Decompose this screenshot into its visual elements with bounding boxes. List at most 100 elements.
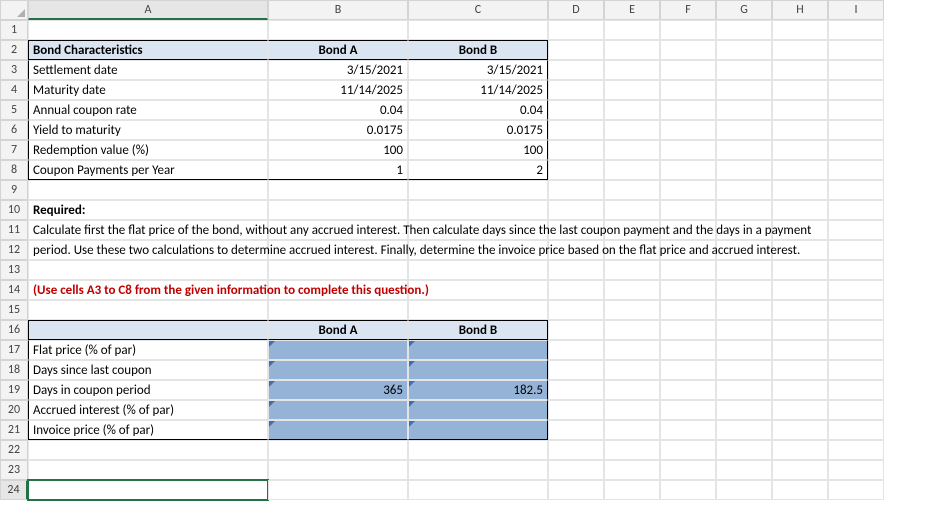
cell-G20[interactable] <box>716 400 772 420</box>
cell-B10[interactable] <box>268 200 408 220</box>
cell-H5[interactable] <box>772 100 828 120</box>
cell-I2[interactable] <box>828 40 884 60</box>
cell-D21[interactable] <box>548 420 604 440</box>
cell-E16[interactable] <box>604 320 660 340</box>
cell-D23[interactable] <box>548 460 604 480</box>
cell-E21[interactable] <box>604 420 660 440</box>
cell-E10[interactable] <box>604 200 660 220</box>
cell-H15[interactable] <box>772 300 828 320</box>
cell-H7[interactable] <box>772 140 828 160</box>
cell-F22[interactable] <box>660 440 716 460</box>
cell-I15[interactable] <box>828 300 884 320</box>
cell-H17[interactable] <box>772 340 828 360</box>
cell-E17[interactable] <box>604 340 660 360</box>
row-header-13[interactable]: 13 <box>0 260 28 280</box>
cell-I23[interactable] <box>828 460 884 480</box>
cell-D19[interactable] <box>548 380 604 400</box>
cell-I7[interactable] <box>828 140 884 160</box>
cell-I14[interactable] <box>828 280 884 300</box>
cell-D22[interactable] <box>548 440 604 460</box>
cell-B5[interactable]: 0.04 <box>268 100 408 120</box>
col-header-H[interactable]: H <box>772 0 828 20</box>
cell-B1[interactable] <box>268 20 408 40</box>
cell-G24[interactable] <box>716 480 772 500</box>
cell-G5[interactable] <box>716 100 772 120</box>
cell-A23[interactable] <box>28 460 268 480</box>
cell-F13[interactable] <box>660 260 716 280</box>
cell-H18[interactable] <box>772 360 828 380</box>
row-header-2[interactable]: 2 <box>0 40 28 60</box>
cell-A24[interactable] <box>28 480 268 500</box>
cell-A1[interactable] <box>28 20 268 40</box>
cell-D20[interactable] <box>548 400 604 420</box>
row-header-22[interactable]: 22 <box>0 440 28 460</box>
cell-I17[interactable] <box>828 340 884 360</box>
cell-E6[interactable] <box>604 120 660 140</box>
cell-F7[interactable] <box>660 140 716 160</box>
cell-E14[interactable] <box>604 280 660 300</box>
cell-G2[interactable] <box>716 40 772 60</box>
cell-H14[interactable] <box>772 280 828 300</box>
cell-F17[interactable] <box>660 340 716 360</box>
cell-F23[interactable] <box>660 460 716 480</box>
cell-F16[interactable] <box>660 320 716 340</box>
cell-E9[interactable] <box>604 180 660 200</box>
cell-A11[interactable]: Calculate first the flat price of the bo… <box>28 220 268 240</box>
cell-E22[interactable] <box>604 440 660 460</box>
cell-E20[interactable] <box>604 400 660 420</box>
cell-G9[interactable] <box>716 180 772 200</box>
cell-H6[interactable] <box>772 120 828 140</box>
col-header-E[interactable]: E <box>604 0 660 20</box>
cell-C14[interactable] <box>408 280 548 300</box>
cell-F15[interactable] <box>660 300 716 320</box>
row-header-9[interactable]: 9 <box>0 180 28 200</box>
cell-D16[interactable] <box>548 320 604 340</box>
cell-A21[interactable]: Invoice price (% of par) <box>28 420 268 440</box>
cell-H9[interactable] <box>772 180 828 200</box>
cell-B13[interactable] <box>268 260 408 280</box>
cell-I24[interactable] <box>828 480 884 500</box>
row-header-19[interactable]: 19 <box>0 380 28 400</box>
row-header-14[interactable]: 14 <box>0 280 28 300</box>
cell-D7[interactable] <box>548 140 604 160</box>
cell-C1[interactable] <box>408 20 548 40</box>
row-header-17[interactable]: 17 <box>0 340 28 360</box>
cell-E3[interactable] <box>604 60 660 80</box>
cell-G3[interactable] <box>716 60 772 80</box>
cell-A3[interactable]: Settlement date <box>28 60 268 80</box>
row-header-16[interactable]: 16 <box>0 320 28 340</box>
cell-A9[interactable] <box>28 180 268 200</box>
cell-F3[interactable] <box>660 60 716 80</box>
cell-E13[interactable] <box>604 260 660 280</box>
row-header-12[interactable]: 12 <box>0 240 28 260</box>
cell-G21[interactable] <box>716 420 772 440</box>
cell-G6[interactable] <box>716 120 772 140</box>
cell-D14[interactable] <box>548 280 604 300</box>
cell-D4[interactable] <box>548 80 604 100</box>
cell-D9[interactable] <box>548 180 604 200</box>
cell-D1[interactable] <box>548 20 604 40</box>
cell-E2[interactable] <box>604 40 660 60</box>
cell-F19[interactable] <box>660 380 716 400</box>
cell-I16[interactable] <box>828 320 884 340</box>
spreadsheet-grid[interactable]: A B C D E F G H I 1 2 Bond Characteristi… <box>0 0 926 500</box>
cell-B8[interactable]: 1 <box>268 160 408 180</box>
row-header-6[interactable]: 6 <box>0 120 28 140</box>
row-header-10[interactable]: 10 <box>0 200 28 220</box>
row-header-1[interactable]: 1 <box>0 20 28 40</box>
cell-D2[interactable] <box>548 40 604 60</box>
cell-A22[interactable] <box>28 440 268 460</box>
row-header-15[interactable]: 15 <box>0 300 28 320</box>
select-all-corner[interactable] <box>0 0 28 20</box>
cell-I1[interactable] <box>828 20 884 40</box>
cell-H21[interactable] <box>772 420 828 440</box>
cell-H22[interactable] <box>772 440 828 460</box>
cell-E5[interactable] <box>604 100 660 120</box>
cell-B2[interactable]: Bond A <box>268 40 408 60</box>
cell-B21[interactable] <box>268 420 408 440</box>
cell-A18[interactable]: Days since last coupon <box>28 360 268 380</box>
cell-D13[interactable] <box>548 260 604 280</box>
col-header-C[interactable]: C <box>408 0 548 20</box>
col-header-F[interactable]: F <box>660 0 716 20</box>
row-header-3[interactable]: 3 <box>0 60 28 80</box>
